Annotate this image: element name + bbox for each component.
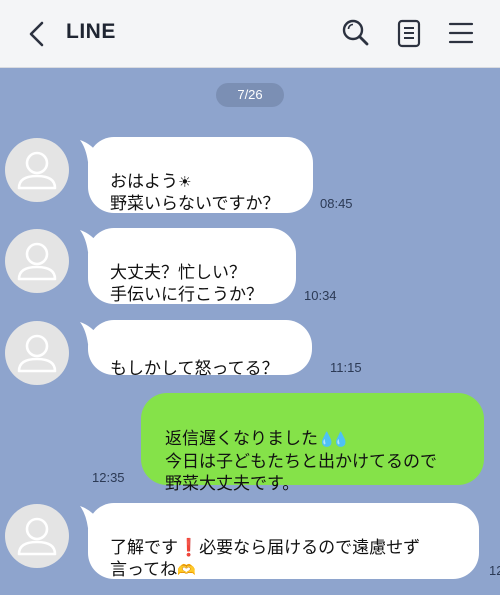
message-text: 今日は子どもたちと出かけてるので: [165, 452, 437, 472]
heart-hands-emoji: 🫶: [177, 561, 196, 579]
avatar[interactable]: [5, 138, 69, 202]
chat-header: LINE: [0, 0, 500, 68]
sweat-drops-emoji: 💧💧: [318, 432, 350, 448]
avatar[interactable]: [5, 229, 69, 293]
memo-icon[interactable]: [394, 18, 424, 48]
message-text: 野菜いらないですか？: [110, 194, 280, 214]
message-text: 大丈夫？忙しい？: [110, 263, 246, 283]
message-time: 12: [489, 563, 500, 578]
date-chip: 7/26: [216, 83, 284, 107]
back-icon[interactable]: [24, 20, 50, 48]
message-text: 了解です: [110, 538, 178, 558]
message-text: 手伝いに行こうか？: [110, 285, 263, 305]
chat-title: LINE: [66, 20, 116, 43]
message-text: 必要なら届けるので遠慮せず: [199, 538, 421, 558]
message-text: 返信遅くなりました: [165, 429, 318, 449]
avatar[interactable]: [5, 321, 69, 385]
exclamation-emoji: ❗: [178, 538, 200, 558]
message-time: 12:35: [92, 470, 125, 485]
default-avatar-icon: [17, 517, 57, 556]
message-text: 言ってね: [110, 560, 178, 580]
message-bubble[interactable]: 大丈夫？忙しい？ 手伝いに行こうか？: [88, 228, 296, 305]
default-avatar-icon: [17, 334, 57, 373]
avatar[interactable]: [5, 504, 69, 568]
message-time: 10:34: [304, 288, 337, 303]
message-bubble[interactable]: もしかして怒ってる？: [88, 320, 312, 379]
message-bubble[interactable]: おはよう☀ 野菜いらないですか？: [88, 137, 313, 214]
message-text: もしかして怒ってる？: [110, 359, 279, 379]
default-avatar-icon: [17, 151, 57, 190]
message-time: 11:15: [330, 360, 362, 375]
default-avatar-icon: [17, 242, 57, 281]
message-text: 野菜大丈夫です。: [165, 474, 300, 494]
message-time: 08:45: [320, 196, 353, 211]
message-bubble[interactable]: 返信遅くなりました💧💧 今日は子どもたちと出かけてるので 野菜大丈夫です。: [141, 393, 484, 494]
menu-icon[interactable]: [446, 18, 476, 48]
search-icon[interactable]: [341, 18, 371, 48]
message-text: おはよう: [110, 172, 178, 192]
sun-emoji: ☀: [178, 173, 192, 191]
message-bubble[interactable]: 了解です❗必要なら届けるので遠慮せず言ってね🫶: [88, 503, 479, 580]
